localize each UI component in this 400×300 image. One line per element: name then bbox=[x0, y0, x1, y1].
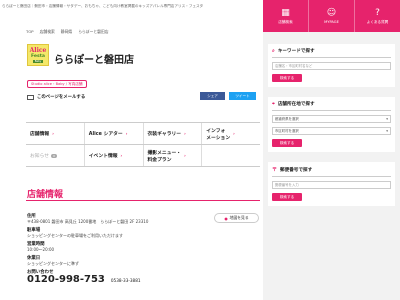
region-search-title-text: 店舗所在地で探す bbox=[277, 102, 315, 107]
store-logo: Alice Festa Baby bbox=[27, 44, 49, 66]
tab-store-info[interactable]: 店舗情報 › bbox=[26, 123, 85, 144]
tab-costume-gallery[interactable]: 衣装ギャラリー › bbox=[144, 123, 203, 144]
help-icon: ? bbox=[375, 7, 380, 18]
tab-store-info-label: 店舗情報 bbox=[30, 132, 50, 137]
contact-phone: 0120-998-753 0538-33-3881 bbox=[27, 275, 259, 286]
tab-photo-menu-label: 撮影メニュー・ 料金プラン bbox=[147, 150, 182, 163]
twitter-tweet-label: ツイート bbox=[235, 93, 250, 98]
facebook-share-label: シェア bbox=[207, 93, 218, 98]
mypage-button[interactable]: ☺ MYPAGE bbox=[309, 0, 355, 32]
store-search-button[interactable]: ▦ 店舗検索 bbox=[263, 0, 309, 32]
breadcrumb-current: ららぽーと磐田店 bbox=[78, 29, 109, 34]
logo-line3: Baby bbox=[32, 59, 44, 63]
keyword-input[interactable]: 店舗名・市区町村名など bbox=[272, 62, 391, 70]
tab-alice-theater[interactable]: Alice シアター › bbox=[85, 123, 144, 144]
store-info: 住所 〒438-0801 磐田市 高見丘 1200番地 ららぽーと磐田 2F 2… bbox=[27, 210, 259, 286]
mypage-icon: ☺ bbox=[326, 8, 337, 18]
tab-news[interactable]: お知らせ 0 bbox=[26, 145, 85, 166]
prefecture-select[interactable]: 都道府県を選択 ▾ bbox=[272, 115, 391, 123]
keyword-search-box: ⌕ キーワードで探す 店舗名・市区町村名など 検索する bbox=[268, 44, 395, 87]
tab-information-label: インフォ メーション bbox=[206, 128, 231, 141]
breadcrumb: TOP 店舗検索 静岡県 ららぽーと磐田店 bbox=[26, 29, 109, 35]
city-select[interactable]: 市区町村を選択 ▾ bbox=[272, 127, 391, 135]
twitter-tweet-button[interactable]: ツイート bbox=[229, 92, 256, 100]
breadcrumb-store-search[interactable]: 店舗検索 bbox=[40, 29, 55, 35]
page-title: ららぽーと磐田店 bbox=[54, 55, 134, 66]
top-note: ららぽーと磐田店｜磐田市・店舗情報・サタデー、おもちゃ、こども向け教室掲載のキッ… bbox=[2, 4, 204, 8]
city-select-value: 市区町村を選択 bbox=[275, 129, 299, 133]
sidebar: ⌕ キーワードで探す 店舗名・市区町村名など 検索する ⌖ 店舗所在地で探す 都道府… bbox=[263, 32, 400, 300]
tab-costume-gallery-label: 衣装ギャラリー bbox=[147, 132, 182, 137]
tab-row-1: 店舗情報 › Alice シアター › 衣装ギャラリー › インフォ メーション › bbox=[26, 123, 260, 145]
keyword-search-title: ⌕ キーワードで探す bbox=[272, 48, 391, 58]
mail-page-link[interactable]: このページをメールする bbox=[27, 94, 85, 100]
mail-icon bbox=[27, 94, 34, 100]
tab-photo-menu[interactable]: 撮影メニュー・ 料金プラン › bbox=[144, 145, 203, 166]
search-icon: ⌕ bbox=[272, 48, 275, 54]
mypage-label: MYPAGE bbox=[324, 20, 339, 24]
mail-page-label: このページをメールする bbox=[37, 95, 86, 100]
store-search-label: 店舗検索 bbox=[278, 19, 293, 24]
chevron-down-icon: ▾ bbox=[386, 117, 388, 121]
store-tabs: 店舗情報 › Alice シアター › 衣装ギャラリー › インフォ メーション › お… bbox=[26, 122, 260, 167]
keyword-search-title-text: キーワードで探す bbox=[277, 49, 315, 54]
tab-news-label: お知らせ bbox=[30, 154, 50, 159]
address-value: 〒438-0801 磐田市 高見丘 1200番地 ららぽーと磐田 2F 2331… bbox=[27, 219, 149, 224]
region-search-title: ⌖ 店舗所在地で探す bbox=[272, 101, 391, 111]
tab-information[interactable]: インフォ メーション › bbox=[202, 123, 260, 144]
tab-events-label: イベント情報 bbox=[88, 154, 118, 159]
region-search-button[interactable]: 検索する bbox=[272, 139, 302, 147]
chevron-right-icon: › bbox=[125, 131, 128, 136]
breadcrumb-prefecture[interactable]: 静岡県 bbox=[61, 29, 72, 35]
region-search-box: ⌖ 店舗所在地で探す 都道府県を選択 ▾ 市区町村を選択 ▾ 検索する bbox=[268, 97, 395, 152]
phone-number[interactable]: 0120-998-753 bbox=[27, 275, 105, 285]
hours-value: 10:00〜20:00 bbox=[27, 247, 55, 252]
zip-input[interactable]: 郵便番号を入力 bbox=[272, 181, 391, 189]
breadcrumb-top[interactable]: TOP bbox=[26, 29, 34, 35]
prefecture-select-value: 都道府県を選択 bbox=[275, 117, 299, 121]
tab-empty bbox=[202, 145, 260, 166]
chevron-right-icon: › bbox=[52, 131, 54, 136]
faq-button[interactable]: ? よくある質問 bbox=[355, 0, 400, 32]
chevron-right-icon: › bbox=[120, 153, 123, 158]
fax-number: 0538-33-3881 bbox=[110, 278, 141, 283]
store-icon: ▦ bbox=[281, 7, 290, 18]
zip-search-box: 〒郵便番号で探す 郵便番号を入力 検索する bbox=[268, 162, 395, 206]
facebook-share-button[interactable]: シェア bbox=[200, 92, 225, 100]
section-divider bbox=[26, 200, 260, 201]
zip-search-title: 〒郵便番号で探す bbox=[272, 166, 391, 177]
logo-line2: Festa bbox=[30, 53, 46, 59]
map-pin-icon: ⌖ bbox=[272, 101, 275, 107]
keyword-search-button[interactable]: 検索する bbox=[272, 74, 302, 82]
zip-search-title-text: 郵便番号で探す bbox=[280, 167, 313, 173]
chevron-right-icon: › bbox=[184, 131, 186, 136]
store-category-tag[interactable]: Studio alice・Baby / 写真店舗 bbox=[27, 80, 87, 88]
postal-icon: 〒 bbox=[272, 167, 278, 173]
chevron-down-icon: ▾ bbox=[386, 129, 388, 133]
faq-label: よくある質問 bbox=[366, 19, 389, 24]
chevron-right-icon: › bbox=[184, 153, 186, 158]
header-bar: ▦ 店舗検索 ☺ MYPAGE ? よくある質問 bbox=[263, 0, 400, 32]
tab-alice-theater-label: Alice シアター bbox=[88, 132, 123, 137]
holiday-value: ショッピングセンターに準ず bbox=[27, 261, 79, 266]
tab-row-2: お知らせ 0 イベント情報 › 撮影メニュー・ 料金プラン › bbox=[26, 145, 260, 167]
section-title: 店舗情報 bbox=[27, 190, 64, 200]
tab-events[interactable]: イベント情報 › bbox=[85, 145, 144, 166]
zip-search-button[interactable]: 検索する bbox=[272, 193, 302, 201]
news-count-badge: 0 bbox=[51, 153, 58, 158]
chevron-right-icon: › bbox=[233, 131, 235, 136]
parking-value: ショッピングセンターの駐車場をご利用いただけます bbox=[27, 233, 123, 238]
